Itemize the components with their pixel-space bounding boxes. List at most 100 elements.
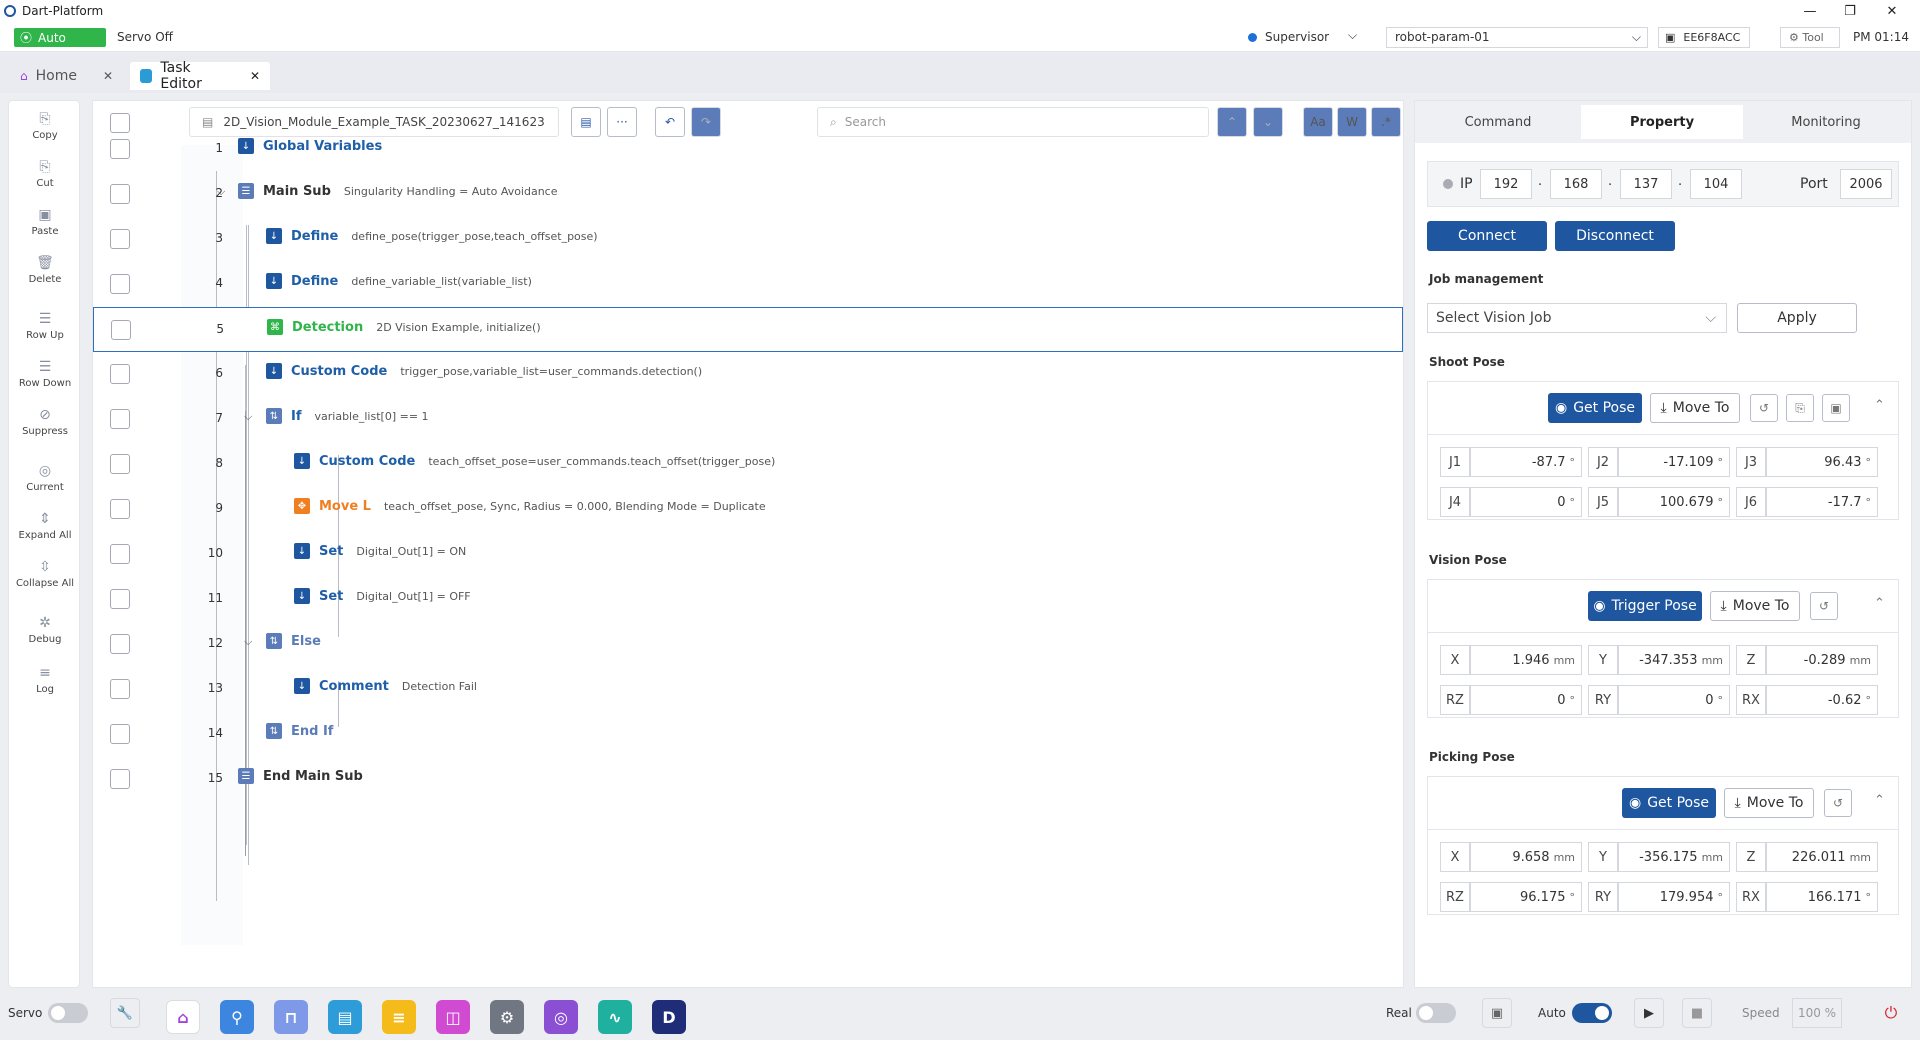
restore-button[interactable]: ❐ (1830, 0, 1870, 22)
power-icon[interactable]: ⏻ (1876, 998, 1906, 1028)
row-checkbox[interactable] (110, 184, 130, 204)
command-item[interactable]: ⇅ If variable_list[0] == 1 (266, 408, 429, 424)
table-row[interactable]: 10 ↓ Set Digital_Out[1] = ON (93, 532, 1403, 577)
home-app-icon[interactable]: ⌂ (166, 1000, 200, 1034)
table-row[interactable]: 2 ⌵ ☰ Main Sub Singularity Handling = Auto A… (93, 172, 1403, 217)
table-row[interactable]: 8 ↓ Custom Code teach_offset_pose=user_comm… (93, 442, 1403, 487)
axis-value-field[interactable]: -0.62 ° (1766, 685, 1878, 715)
command-item[interactable]: ↓ Global Variables (238, 138, 395, 154)
command-item[interactable]: ⌘ Detection 2D Vision Example, initialize(… (267, 319, 541, 335)
axis-value-field[interactable]: 9.658 mm (1470, 842, 1582, 872)
axis-value-field[interactable]: 166.171 ° (1766, 882, 1878, 912)
ip-octet-3[interactable]: 137 (1620, 169, 1672, 199)
command-item[interactable]: ↓ Set Digital_Out[1] = OFF (294, 588, 471, 604)
tab-task-editor[interactable]: Task Editor ✕ (130, 60, 270, 92)
debug-button[interactable]: ✲ Debug (9, 615, 81, 645)
command-item[interactable]: ☰ End Main Sub (238, 768, 376, 784)
shoot-move-to-button[interactable]: ⤓ Move To (1650, 393, 1740, 423)
table-row[interactable]: 12 ⌵ ⇅ Else (93, 622, 1403, 667)
command-item[interactable]: ⇅ End If (266, 723, 346, 739)
table-row[interactable]: 9 ✥ Move L teach_offset_pose, Sync, Radius … (93, 487, 1403, 532)
command-item[interactable]: ↓ Define define_variable_list(variable_lis… (266, 273, 532, 289)
speed-field[interactable]: 100 % (1792, 998, 1842, 1028)
row-down-button[interactable]: ☰ Row Down (9, 359, 81, 389)
tab-command[interactable]: Command (1417, 105, 1579, 139)
axis-value-field[interactable]: -87.7 ° (1470, 447, 1582, 477)
stop-icon[interactable]: ■ (1682, 998, 1712, 1028)
chevron-up-icon[interactable]: ⌃ (1874, 793, 1885, 808)
connect-button[interactable]: Connect (1427, 221, 1547, 251)
vision-move-to-button[interactable]: ⤓ Move To (1710, 591, 1800, 621)
command-item[interactable]: ↓ Custom Code teach_offset_pose=user_comma… (294, 453, 775, 469)
current-button[interactable]: ◎ Current (9, 463, 81, 493)
row-checkbox[interactable] (110, 139, 130, 159)
table-row[interactable]: 4 ↓ Define define_variable_list(variable_li… (93, 262, 1403, 307)
row-checkbox[interactable] (110, 409, 130, 429)
table-row[interactable]: 11 ↓ Set Digital_Out[1] = OFF (93, 577, 1403, 622)
tab-monitoring[interactable]: Monitoring (1745, 105, 1907, 139)
row-checkbox[interactable] (110, 634, 130, 654)
axis-value-field[interactable]: 226.011 mm (1766, 842, 1878, 872)
user-role[interactable]: Supervisor (1265, 30, 1329, 44)
axis-value-field[interactable]: -356.175 mm (1618, 842, 1730, 872)
paste-button[interactable]: ▣ Paste (9, 207, 81, 237)
paste-icon[interactable]: ▣ (1822, 394, 1850, 422)
table-row[interactable]: 15 ☰ End Main Sub (93, 757, 1403, 802)
param-select[interactable]: robot-param-01 ⌵ (1386, 27, 1648, 48)
copy-button[interactable]: ⎘ Copy (9, 111, 81, 141)
table-row[interactable]: 3 ↓ Define define_pose(trigger_pose,teach_o… (93, 217, 1403, 262)
auto-toggle[interactable] (1572, 1003, 1612, 1023)
wrench-icon[interactable]: 🔧 (110, 998, 140, 1028)
vision-job-select[interactable]: Select Vision Job ⌵ (1427, 303, 1727, 333)
close-icon[interactable]: ✕ (103, 69, 113, 83)
row-checkbox[interactable] (111, 320, 131, 340)
dart-app-icon[interactable]: D (652, 1000, 686, 1034)
command-item[interactable]: ⇅ Else (266, 633, 334, 649)
table-row[interactable]: 6 ↓ Custom Code trigger_pose,variable_list=… (93, 352, 1403, 397)
device-id-field[interactable]: ▣ EE6F8ACC (1658, 27, 1750, 48)
row-checkbox[interactable] (110, 589, 130, 609)
axis-value-field[interactable]: -17.109 ° (1618, 447, 1730, 477)
teach-pendant-icon[interactable]: ▣ (1482, 998, 1512, 1028)
log-button[interactable]: ≡ Log (9, 665, 81, 695)
chevron-down-icon[interactable]: ⌵ (244, 635, 252, 649)
monitor-app-icon[interactable]: ∿ (598, 1000, 632, 1034)
port-field[interactable]: 2006 (1840, 169, 1892, 199)
ip-octet-1[interactable]: 192 (1480, 169, 1532, 199)
axis-value-field[interactable]: 1.946 mm (1470, 645, 1582, 675)
mode-badge[interactable]: ⦿ Auto (14, 28, 106, 47)
command-item[interactable]: ☰ Main Sub Singularity Handling = Auto Avo… (238, 183, 558, 199)
vision-primary-button[interactable]: ◉ Trigger Pose (1588, 591, 1702, 621)
chevron-down-icon[interactable]: ⌵ (244, 410, 252, 424)
table-row[interactable]: 1 ↓ Global Variables (93, 127, 1403, 172)
robot-app-icon[interactable]: ⚲ (220, 1000, 254, 1034)
collapse-all-button[interactable]: ⇳ Collapse All (9, 559, 81, 589)
command-item[interactable]: ↓ Custom Code trigger_pose,variable_list=u… (266, 363, 702, 379)
row-checkbox[interactable] (110, 499, 130, 519)
row-checkbox[interactable] (110, 724, 130, 744)
real-toggle[interactable] (1416, 1003, 1456, 1023)
delete-button[interactable]: 🗑 Delete (9, 255, 81, 285)
picking-move-to-button[interactable]: ⤓ Move To (1724, 788, 1814, 818)
table-row[interactable]: 14 ⇅ End If (93, 712, 1403, 757)
axis-value-field[interactable]: 0 ° (1470, 487, 1582, 517)
axis-value-field[interactable]: 0 ° (1470, 685, 1582, 715)
cut-button[interactable]: ⎘ Cut (9, 159, 81, 189)
expand-all-button[interactable]: ⇕ Expand All (9, 511, 81, 541)
chevron-down-icon[interactable]: ⌵ (217, 185, 225, 199)
axis-value-field[interactable]: 96.175 ° (1470, 882, 1582, 912)
command-item[interactable]: ↓ Set Digital_Out[1] = ON (294, 543, 466, 559)
row-checkbox[interactable] (110, 364, 130, 384)
row-checkbox[interactable] (110, 229, 130, 249)
row-checkbox[interactable] (110, 454, 130, 474)
command-item[interactable]: ↓ Comment Detection Fail (294, 678, 477, 694)
suppress-button[interactable]: ⊘ Suppress (9, 407, 81, 437)
command-item[interactable]: ✥ Move L teach_offset_pose, Sync, Radius =… (294, 498, 766, 514)
gripper-app-icon[interactable]: ⊓ (274, 1000, 308, 1034)
tab-property[interactable]: Property (1581, 105, 1743, 139)
disconnect-button[interactable]: Disconnect (1555, 221, 1675, 251)
axis-value-field[interactable]: 100.679 ° (1618, 487, 1730, 517)
ip-octet-4[interactable]: 104 (1690, 169, 1742, 199)
table-row[interactable]: 13 ↓ Comment Detection Fail (93, 667, 1403, 712)
target-app-icon[interactable]: ◎ (544, 1000, 578, 1034)
